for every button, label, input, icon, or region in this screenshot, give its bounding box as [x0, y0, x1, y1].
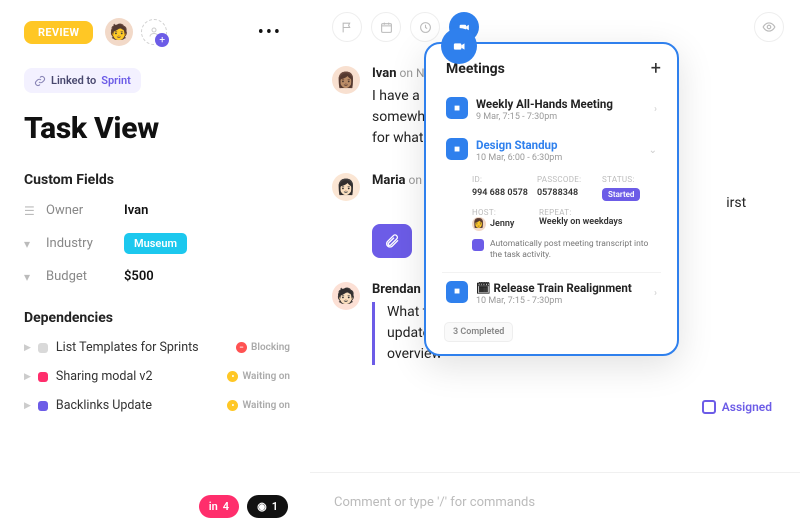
dependency-status: •Waiting on — [227, 400, 290, 411]
meeting-item[interactable]: ■ Weekly All-Hands Meeting 9 Mar, 7:15 -… — [442, 89, 661, 130]
dependency-item[interactable]: ▶ Backlinks Update •Waiting on — [24, 398, 290, 413]
host-label: HOST: — [472, 208, 533, 217]
video-icon — [441, 28, 477, 64]
owner-icon: ☰ — [24, 204, 38, 218]
owner-label: Owner — [46, 203, 124, 218]
invision-icon: in — [209, 500, 218, 513]
host-name: Jenny — [490, 219, 514, 229]
avatar: 👩🏽 — [332, 66, 360, 94]
completed-meetings-pill[interactable]: 3 Completed — [444, 322, 513, 342]
color-swatch — [38, 372, 48, 382]
meeting-id: 994 688 0578 — [472, 188, 531, 201]
meeting-title: 🗓 Release Train Realignment — [476, 281, 646, 295]
meeting-title: Weekly All-Hands Meeting — [476, 97, 646, 111]
add-assignee-button[interactable]: + — [141, 19, 167, 45]
passcode-label: PASSCODE: — [537, 175, 596, 184]
toolbar-watch-button[interactable] — [754, 12, 784, 42]
add-meeting-button[interactable]: + — [651, 58, 661, 79]
industry-icon: ▾ — [24, 237, 38, 251]
color-swatch — [38, 343, 48, 353]
meeting-item[interactable]: ■ 🗓 Release Train Realignment 10 Mar, 7:… — [442, 272, 661, 314]
assignee-avatar[interactable]: 🧑 — [105, 18, 133, 46]
budget-icon: ▾ — [24, 270, 38, 284]
meetings-popover: Meetings + ■ Weekly All-Hands Meeting 9 … — [424, 42, 679, 356]
meeting-passcode: 05788348 — [537, 188, 596, 201]
dependencies-heading: Dependencies — [24, 310, 290, 326]
chevron-right-icon: › — [654, 288, 657, 299]
dependency-item[interactable]: ▶ List Templates for Sprints −Blocking — [24, 340, 290, 355]
avatar: 🧑🏻 — [332, 282, 360, 310]
dependency-title: List Templates for Sprints — [56, 340, 236, 355]
meeting-time: 9 Mar, 7:15 - 7:30pm — [476, 112, 646, 122]
host-avatar: 👩 — [472, 217, 486, 231]
avatar: 👩🏻 — [332, 173, 360, 201]
video-icon: ■ — [446, 138, 468, 160]
budget-value[interactable]: $500 — [124, 269, 154, 284]
dependency-title: Backlinks Update — [56, 398, 228, 413]
review-status-pill[interactable]: REVIEW — [24, 21, 93, 44]
meeting-time: 10 Mar, 7:15 - 7:30pm — [476, 296, 646, 306]
video-icon: ■ — [446, 97, 468, 119]
auto-post-label: Automatically post meeting transcript in… — [490, 239, 661, 262]
owner-value[interactable]: Ivan — [124, 203, 148, 218]
integration-pill-invision[interactable]: in4 — [199, 495, 239, 518]
budget-label: Budget — [46, 269, 124, 284]
comment-input[interactable]: Comment or type '/' for commands — [310, 472, 800, 532]
checkbox-icon — [702, 400, 716, 414]
integration-pill-figma[interactable]: ◉1 — [247, 495, 288, 518]
status-label: STATUS: — [602, 175, 661, 184]
figma-icon: ◉ — [257, 500, 267, 513]
dependency-title: Sharing modal v2 — [56, 369, 228, 384]
dependency-status: −Blocking — [236, 342, 290, 353]
linked-to-chip[interactable]: Linked to Sprint — [24, 68, 141, 93]
toolbar-calendar-button[interactable] — [371, 12, 401, 42]
chevron-down-icon: ⌄ — [649, 145, 657, 156]
chevron-right-icon: › — [654, 104, 657, 115]
chevron-right-icon: ▶ — [24, 372, 31, 382]
meeting-item[interactable]: ■ Design Standup 10 Mar, 6:00 - 6:30pm ⌄ — [442, 130, 661, 171]
linked-prefix: Linked to — [51, 74, 96, 87]
page-title: Task View — [24, 111, 290, 146]
video-icon: ■ — [446, 281, 468, 303]
chevron-right-icon: ▶ — [24, 401, 31, 411]
link-icon — [34, 75, 46, 87]
repeat-label: REPEAT: — [539, 208, 661, 217]
meeting-title: Design Standup — [476, 138, 641, 152]
chevron-right-icon: ▶ — [24, 343, 31, 353]
plus-icon: + — [155, 33, 169, 47]
more-menu-button[interactable]: ••• — [258, 22, 282, 43]
auto-post-checkbox[interactable] — [472, 239, 484, 251]
attachment-chip[interactable] — [372, 224, 412, 258]
toolbar-time-button[interactable] — [410, 12, 440, 42]
repeat-value: Weekly on weekdays — [539, 217, 661, 227]
custom-fields-heading: Custom Fields — [24, 172, 290, 188]
meeting-time: 10 Mar, 6:00 - 6:30pm — [476, 153, 641, 163]
industry-label: Industry — [46, 236, 124, 251]
industry-value[interactable]: Museum — [124, 233, 187, 254]
assigned-filter-chip[interactable]: Assigned — [702, 400, 772, 414]
dependency-status: •Waiting on — [227, 371, 290, 382]
toolbar-flag-button[interactable] — [332, 12, 362, 42]
id-label: ID: — [472, 175, 531, 184]
meeting-status: Started — [602, 188, 640, 201]
dependency-item[interactable]: ▶ Sharing modal v2 •Waiting on — [24, 369, 290, 384]
color-swatch — [38, 401, 48, 411]
linked-target: Sprint — [101, 74, 131, 87]
